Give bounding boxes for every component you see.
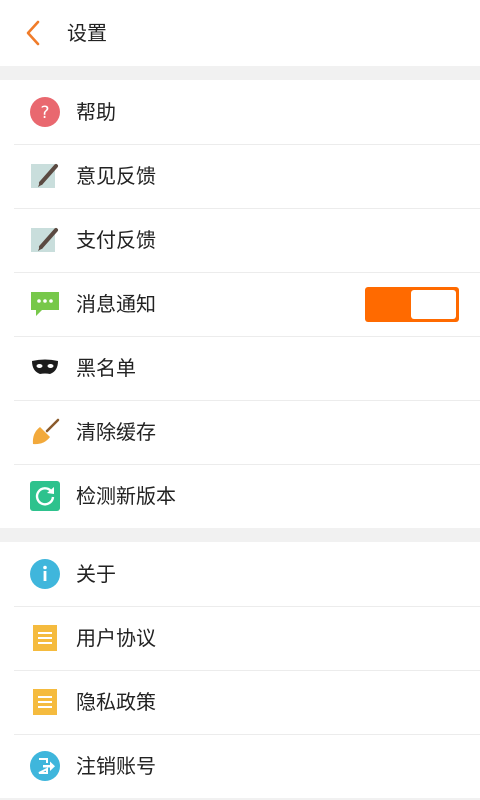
clear-cache-row[interactable]: 清除缓存 (0, 400, 480, 464)
chevron-left-icon[interactable] (22, 19, 46, 47)
payment-feedback-label: 支付反馈 (76, 228, 156, 252)
about-label: 关于 (76, 562, 116, 586)
broom-icon (30, 417, 60, 447)
privacy-policy-row[interactable]: 隐私政策 (0, 670, 480, 734)
info-icon (30, 559, 60, 589)
check-version-row[interactable]: 检测新版本 (0, 464, 480, 528)
top-bar: 设置 (0, 0, 480, 66)
check-version-label: 检测新版本 (76, 484, 176, 508)
user-agreement-row[interactable]: 用户协议 (0, 606, 480, 670)
logout-icon (30, 751, 60, 781)
deactivate-account-label: 注销账号 (76, 754, 156, 778)
settings-group-info: 关于 用户协议 隐私政策 注销账号 (0, 542, 480, 798)
feedback-pen-icon (30, 161, 60, 191)
settings-group-main: ? 帮助 意见反馈 支付反馈 消息通知 黑名单 清除缓存 检测新版本 (0, 80, 480, 528)
message-icon (30, 289, 60, 319)
help-row[interactable]: ? 帮助 (0, 80, 480, 144)
refresh-icon (30, 481, 60, 511)
document-icon (30, 623, 60, 653)
feedback-label: 意见反馈 (76, 164, 156, 188)
help-icon: ? (30, 97, 60, 127)
payment-feedback-row[interactable]: 支付反馈 (0, 208, 480, 272)
help-label: 帮助 (76, 100, 116, 124)
blacklist-row[interactable]: 黑名单 (0, 336, 480, 400)
about-row[interactable]: 关于 (0, 542, 480, 606)
page-title: 设置 (67, 21, 107, 45)
notification-toggle[interactable] (365, 287, 459, 322)
clear-cache-label: 清除缓存 (76, 420, 156, 444)
toggle-knob (411, 290, 456, 319)
feedback-row[interactable]: 意见反馈 (0, 144, 480, 208)
mask-icon (30, 353, 60, 383)
privacy-policy-label: 隐私政策 (76, 690, 156, 714)
user-agreement-label: 用户协议 (76, 626, 156, 650)
message-notification-row: 消息通知 (0, 272, 480, 336)
payment-feedback-pen-icon (30, 225, 60, 255)
deactivate-account-row[interactable]: 注销账号 (0, 734, 480, 798)
blacklist-label: 黑名单 (76, 356, 136, 380)
message-notification-label: 消息通知 (76, 292, 156, 316)
document-icon (30, 687, 60, 717)
svg-text:?: ? (40, 103, 49, 123)
